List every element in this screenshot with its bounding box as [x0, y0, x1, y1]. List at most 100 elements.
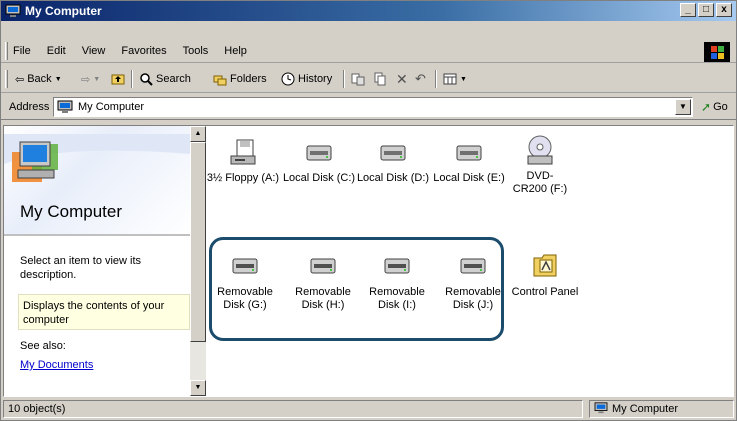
history-clock-icon — [281, 72, 295, 86]
window-controls: _ □ x — [680, 3, 732, 19]
removable-disk-icon — [229, 250, 261, 282]
drive-f[interactable]: DVD-CR200 (F:) — [510, 134, 570, 196]
back-arrow-icon: ⇦ — [15, 73, 25, 86]
control-panel-icon — [529, 250, 561, 282]
my-computer-icon — [57, 100, 73, 114]
drive-i[interactable]: Removable Disk (I:) — [360, 250, 434, 312]
status-object-count: 10 object(s) — [3, 400, 583, 418]
drive-label: Local Disk (E:) — [433, 172, 505, 184]
folders-label: Folders — [230, 73, 267, 85]
search-icon — [139, 72, 153, 86]
toolbar-grip[interactable] — [5, 70, 8, 88]
chevron-down-icon: ▼ — [54, 75, 62, 83]
cd-drive-icon — [524, 134, 556, 166]
drive-g[interactable]: Removable Disk (G:) — [208, 250, 282, 312]
undo-button[interactable]: ↶ — [415, 71, 426, 87]
go-arrow-icon: ➚ — [701, 100, 712, 114]
menu-grip[interactable] — [5, 42, 8, 60]
drive-label: Removable Disk (G:) — [217, 286, 273, 311]
back-label: Back — [27, 73, 52, 85]
menu-help[interactable]: Help — [224, 45, 247, 57]
address-label: Address — [9, 101, 50, 113]
floppy-drive-icon — [227, 136, 259, 168]
folders-button[interactable]: Folders — [213, 71, 267, 87]
drive-label: Removable Disk (J:) — [445, 286, 501, 311]
removable-disk-icon — [381, 250, 413, 282]
toolbar-separator — [435, 70, 437, 88]
minimize-button[interactable]: _ — [680, 3, 696, 17]
item-description: Displays the contents of your computer — [18, 294, 190, 330]
task-pane-divider — [4, 234, 190, 236]
history-button[interactable]: History — [281, 71, 332, 87]
go-label: Go — [713, 101, 728, 113]
chevron-down-icon: ▼ — [93, 75, 101, 83]
menu-items: File Edit View Favorites Tools Help — [13, 45, 247, 57]
removable-disk-icon — [307, 250, 339, 282]
search-button[interactable]: Search — [139, 71, 191, 87]
scroll-up-button[interactable]: ▲ — [190, 126, 206, 142]
hard-disk-icon — [303, 136, 335, 168]
toolbar-separator — [131, 70, 133, 88]
views-button[interactable]: ▼ — [443, 71, 467, 87]
delete-x-icon: ✕ — [396, 70, 408, 87]
drive-label: Removable Disk (I:) — [369, 286, 425, 311]
address-bar: Address My Computer ▼ ➚ Go — [1, 94, 736, 120]
removable-disk-icon — [457, 250, 489, 282]
scroll-down-button[interactable]: ▼ — [190, 380, 206, 396]
task-pane-scrollbar[interactable]: ▲ ▼ — [190, 126, 206, 396]
go-button[interactable]: ➚ Go — [701, 100, 728, 114]
folders-icon — [213, 72, 227, 86]
back-button[interactable]: ⇦ Back ▼ — [15, 71, 62, 87]
hard-disk-icon — [453, 136, 485, 168]
copy-to-icon — [373, 72, 387, 86]
drive-c[interactable]: Local Disk (C:) — [282, 136, 356, 185]
address-dropdown-button[interactable]: ▼ — [675, 99, 691, 115]
move-to-icon — [351, 72, 365, 86]
search-label: Search — [156, 73, 191, 85]
drive-e[interactable]: Local Disk (E:) — [432, 136, 506, 185]
control-panel-item[interactable]: Control Panel — [508, 250, 582, 299]
folder-up-icon — [111, 72, 125, 86]
file-list-pane: 3½ Floppy (A:) Local Disk (C:) Local Dis… — [206, 126, 733, 396]
status-zone-label: My Computer — [612, 403, 679, 415]
close-button[interactable]: x — [716, 3, 732, 17]
status-zone: My Computer — [589, 400, 734, 418]
content-area: My Computer Select an item to view its d… — [3, 125, 734, 397]
title-bar[interactable]: My Computer _ □ x — [1, 1, 736, 21]
menu-tools[interactable]: Tools — [183, 45, 209, 57]
task-pane-title: My Computer — [20, 202, 123, 221]
scroll-thumb[interactable] — [190, 142, 206, 342]
menu-favorites[interactable]: Favorites — [121, 45, 166, 57]
drive-label: Local Disk (C:) — [282, 172, 356, 184]
drive-j[interactable]: Removable Disk (J:) — [436, 250, 510, 312]
address-input[interactable]: My Computer ▼ — [53, 97, 693, 117]
menu-view[interactable]: View — [82, 45, 106, 57]
my-documents-link[interactable]: My Documents — [20, 359, 93, 371]
item-label: Control Panel — [511, 286, 579, 298]
drive-label: 3½ Floppy (A:) — [206, 172, 280, 184]
hard-disk-icon — [377, 136, 409, 168]
drive-d[interactable]: Local Disk (D:) — [356, 136, 430, 185]
drive-label: DVD-CR200 (F:) — [512, 170, 568, 195]
address-value: My Computer — [78, 101, 145, 113]
views-grid-icon — [443, 72, 457, 86]
explorer-window: My Computer _ □ x File Edit View Favorit… — [0, 0, 737, 421]
select-item-hint: Select an item to view its description. — [20, 255, 142, 281]
delete-button[interactable]: ✕ — [396, 71, 408, 87]
copy-to-button[interactable] — [373, 71, 387, 87]
my-computer-icon — [594, 401, 608, 417]
undo-icon: ↶ — [415, 71, 426, 86]
drive-a[interactable]: 3½ Floppy (A:) — [206, 136, 280, 185]
windows-logo-icon — [704, 42, 730, 62]
my-computer-icon — [5, 4, 21, 18]
status-bar: 10 object(s) My Computer — [1, 398, 736, 420]
menu-edit[interactable]: Edit — [47, 45, 66, 57]
up-button[interactable] — [111, 71, 125, 87]
forward-button[interactable]: ⇨ ▼ — [81, 71, 100, 87]
toolbar-separator — [343, 70, 345, 88]
move-to-button[interactable] — [351, 71, 365, 87]
maximize-button[interactable]: □ — [698, 3, 714, 17]
drive-h[interactable]: Removable Disk (H:) — [286, 250, 360, 312]
menu-file[interactable]: File — [13, 45, 31, 57]
drive-label: Local Disk (D:) — [356, 172, 430, 184]
